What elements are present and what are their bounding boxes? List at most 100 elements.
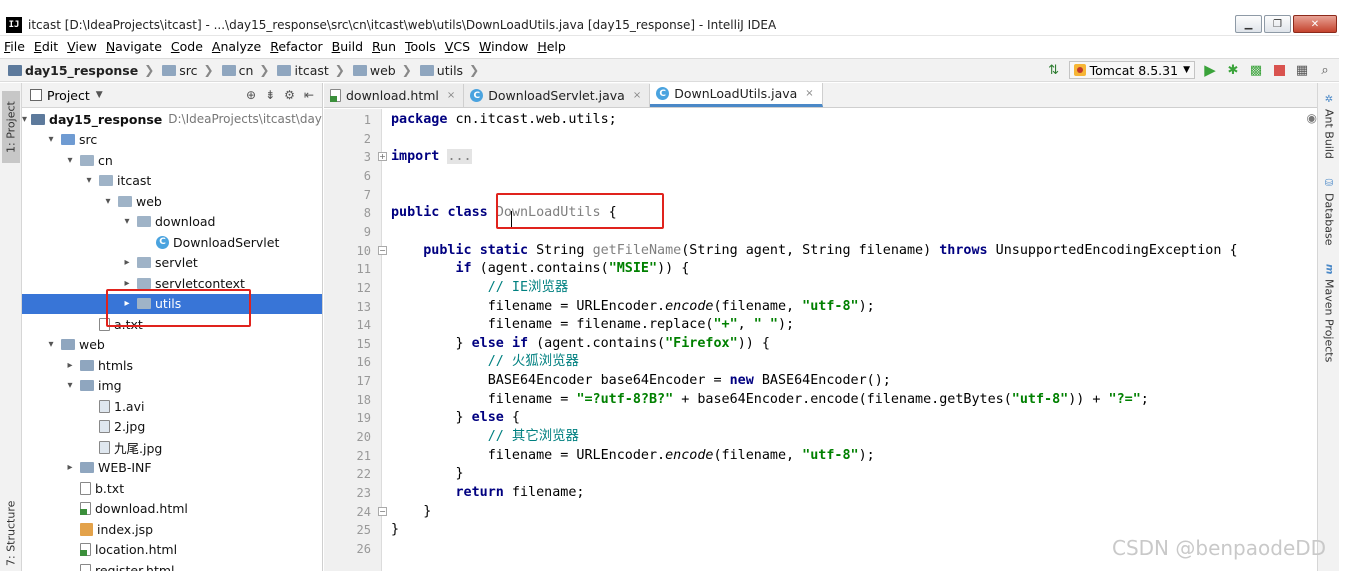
menu-tools[interactable]: Tools: [405, 39, 436, 54]
collapse-all-icon[interactable]: ⇟: [265, 88, 275, 102]
fold-marker-icon[interactable]: +: [378, 152, 387, 162]
maven-projects-tool-tab[interactable]: m Maven Projects: [1321, 263, 1337, 363]
structure-tool-tab[interactable]: 7: Structure: [2, 495, 20, 571]
chevron-down-icon[interactable]: ▾: [102, 196, 114, 207]
menu-help[interactable]: Help: [537, 39, 566, 54]
fold-marker-icon[interactable]: −: [378, 506, 387, 516]
folder-icon: [61, 339, 75, 350]
line-number: 12: [356, 280, 371, 295]
menu-view[interactable]: View: [67, 39, 97, 54]
tree-item-jpg[interactable]: 九尾.jpg: [22, 437, 322, 457]
tree-item-label: 2.jpg: [114, 419, 146, 434]
project-tool-tab[interactable]: 1: Project: [2, 91, 20, 163]
breadcrumb-itcast[interactable]: itcast ❯: [277, 63, 345, 78]
run-icon[interactable]: ▶: [1202, 61, 1218, 79]
tree-item-day15-response[interactable]: ▾ day15_response D:\IdeaProjects\itcast\da…: [22, 109, 322, 129]
ant-build-tool-tab[interactable]: ✲ Ant Build: [1321, 93, 1337, 159]
editor-tab-download-html[interactable]: download.html ×: [324, 84, 465, 107]
close-tab-icon[interactable]: ×: [633, 90, 641, 101]
pkg-icon: [137, 257, 151, 268]
breadcrumb-web[interactable]: web ❯: [352, 63, 412, 78]
code-token: // 其它浏览器: [487, 429, 579, 445]
run-configuration-select[interactable]: Tomcat 8.5.31 ▼: [1068, 61, 1195, 79]
fold-marker-icon[interactable]: −: [378, 245, 387, 255]
chevron-down-icon[interactable]: ▼: [96, 90, 103, 100]
chevron-down-icon[interactable]: ▾: [22, 114, 27, 125]
breadcrumb-label: utils: [436, 62, 464, 78]
coverage-icon[interactable]: ▩: [1248, 62, 1264, 78]
tree-item-itcast[interactable]: ▾ itcast: [22, 171, 322, 191]
tree-item-htmls[interactable]: ▸ htmls: [22, 355, 322, 375]
chevron-right-icon[interactable]: ▸: [121, 298, 133, 309]
chevron-right-icon[interactable]: ▸: [121, 278, 133, 289]
project-panel-title[interactable]: Project: [47, 88, 90, 103]
tree-item-download[interactable]: ▾ download: [22, 212, 322, 232]
tree-item-utils[interactable]: ▸ utils: [22, 293, 322, 314]
menu-navigate[interactable]: Navigate: [106, 39, 162, 54]
line-number: 13: [356, 299, 371, 314]
code-token: if: [511, 335, 529, 351]
tree-item-web[interactable]: ▾ web: [22, 191, 322, 211]
tree-item-2-jpg[interactable]: 2.jpg: [22, 417, 322, 437]
tree-item-index-jsp[interactable]: index.jsp: [22, 519, 322, 539]
tree-item-download-html[interactable]: download.html: [22, 499, 322, 519]
reader-mode-icon[interactable]: ◉: [1307, 111, 1317, 125]
tree-item-a-txt[interactable]: a.txt: [22, 314, 322, 334]
chevron-down-icon[interactable]: ▾: [64, 380, 76, 391]
editor-tab-downloadutils-java[interactable]: C DownLoadUtils.java ×: [650, 83, 823, 107]
gear-icon[interactable]: ⚙: [284, 88, 295, 102]
tree-item-location-html[interactable]: location.html: [22, 540, 322, 560]
chevron-right-icon[interactable]: ▸: [64, 462, 76, 473]
chevron-down-icon[interactable]: ▾: [45, 134, 57, 145]
search-icon[interactable]: ⌕: [1317, 62, 1333, 78]
menu-refactor[interactable]: Refactor: [270, 39, 322, 54]
tree-item-web-inf[interactable]: ▸ WEB-INF: [22, 458, 322, 478]
hide-icon[interactable]: ⇤: [304, 88, 314, 102]
run-toolbar: ⇅ Tomcat 8.5.31 ▼ ▶ ✱ ▩ ▦ ⌕: [1046, 59, 1339, 81]
close-button[interactable]: ✕: [1293, 15, 1337, 33]
chevron-down-icon[interactable]: ▾: [121, 216, 133, 227]
tree-item-b-txt[interactable]: b.txt: [22, 478, 322, 498]
menu-window[interactable]: Window: [479, 39, 528, 54]
tree-item-src[interactable]: ▾ src: [22, 130, 322, 150]
breadcrumb-utils[interactable]: utils ❯: [419, 62, 479, 78]
tree-item-servletcontext[interactable]: ▸ servletcontext: [22, 273, 322, 293]
stop-icon[interactable]: [1271, 62, 1287, 78]
restore-button[interactable]: ❐: [1264, 15, 1291, 33]
html-file-icon: [330, 89, 341, 102]
chevron-down-icon[interactable]: ▾: [45, 339, 57, 350]
database-tool-tab[interactable]: ⛁ Database: [1321, 177, 1337, 246]
chevron-right-icon[interactable]: ▸: [121, 257, 133, 268]
tree-item-downloadservlet[interactable]: C DownloadServlet: [22, 232, 322, 252]
menu-vcs[interactable]: VCS: [445, 39, 470, 54]
chevron-right-icon[interactable]: ▸: [64, 360, 76, 371]
tree-item-cn[interactable]: ▾ cn: [22, 150, 322, 170]
tree-item-img[interactable]: ▾ img: [22, 376, 322, 396]
menu-file[interactable]: File: [4, 39, 25, 54]
project-structure-icon[interactable]: ▦: [1294, 62, 1310, 78]
chevron-down-icon[interactable]: ▾: [83, 175, 95, 186]
tree-item-servlet[interactable]: ▸ servlet: [22, 253, 322, 273]
menu-run[interactable]: Run: [372, 39, 396, 54]
folded-imports[interactable]: ...: [447, 149, 472, 165]
tree-item-1-avi[interactable]: 1.avi: [22, 396, 322, 416]
tree-item-register-html[interactable]: register.html: [22, 560, 322, 571]
minimize-button[interactable]: ▁: [1235, 15, 1262, 33]
menu-analyze[interactable]: Analyze: [212, 39, 261, 54]
editor-area: download.html × C DownloadServlet.java × C Dow…: [324, 83, 1317, 571]
close-tab-icon[interactable]: ×: [805, 88, 813, 99]
breadcrumb-cn[interactable]: cn ❯: [221, 63, 269, 78]
locate-icon[interactable]: ⊕: [246, 88, 256, 102]
editor-tab-downloadservlet-java[interactable]: C DownloadServlet.java ×: [464, 84, 651, 107]
debug-icon[interactable]: ✱: [1225, 62, 1241, 78]
close-tab-icon[interactable]: ×: [447, 90, 455, 101]
menu-build[interactable]: Build: [332, 39, 363, 54]
menu-code[interactable]: Code: [171, 39, 203, 54]
breadcrumb-module[interactable]: day15_response ❯: [8, 63, 154, 78]
chevron-down-icon[interactable]: ▾: [64, 155, 76, 166]
menu-edit[interactable]: Edit: [34, 39, 58, 54]
breadcrumb-src[interactable]: src ❯: [162, 63, 214, 78]
build-project-icon[interactable]: ⇅: [1046, 62, 1062, 78]
tree-item-web[interactable]: ▾ web: [22, 335, 322, 355]
code-token: static: [479, 242, 529, 258]
